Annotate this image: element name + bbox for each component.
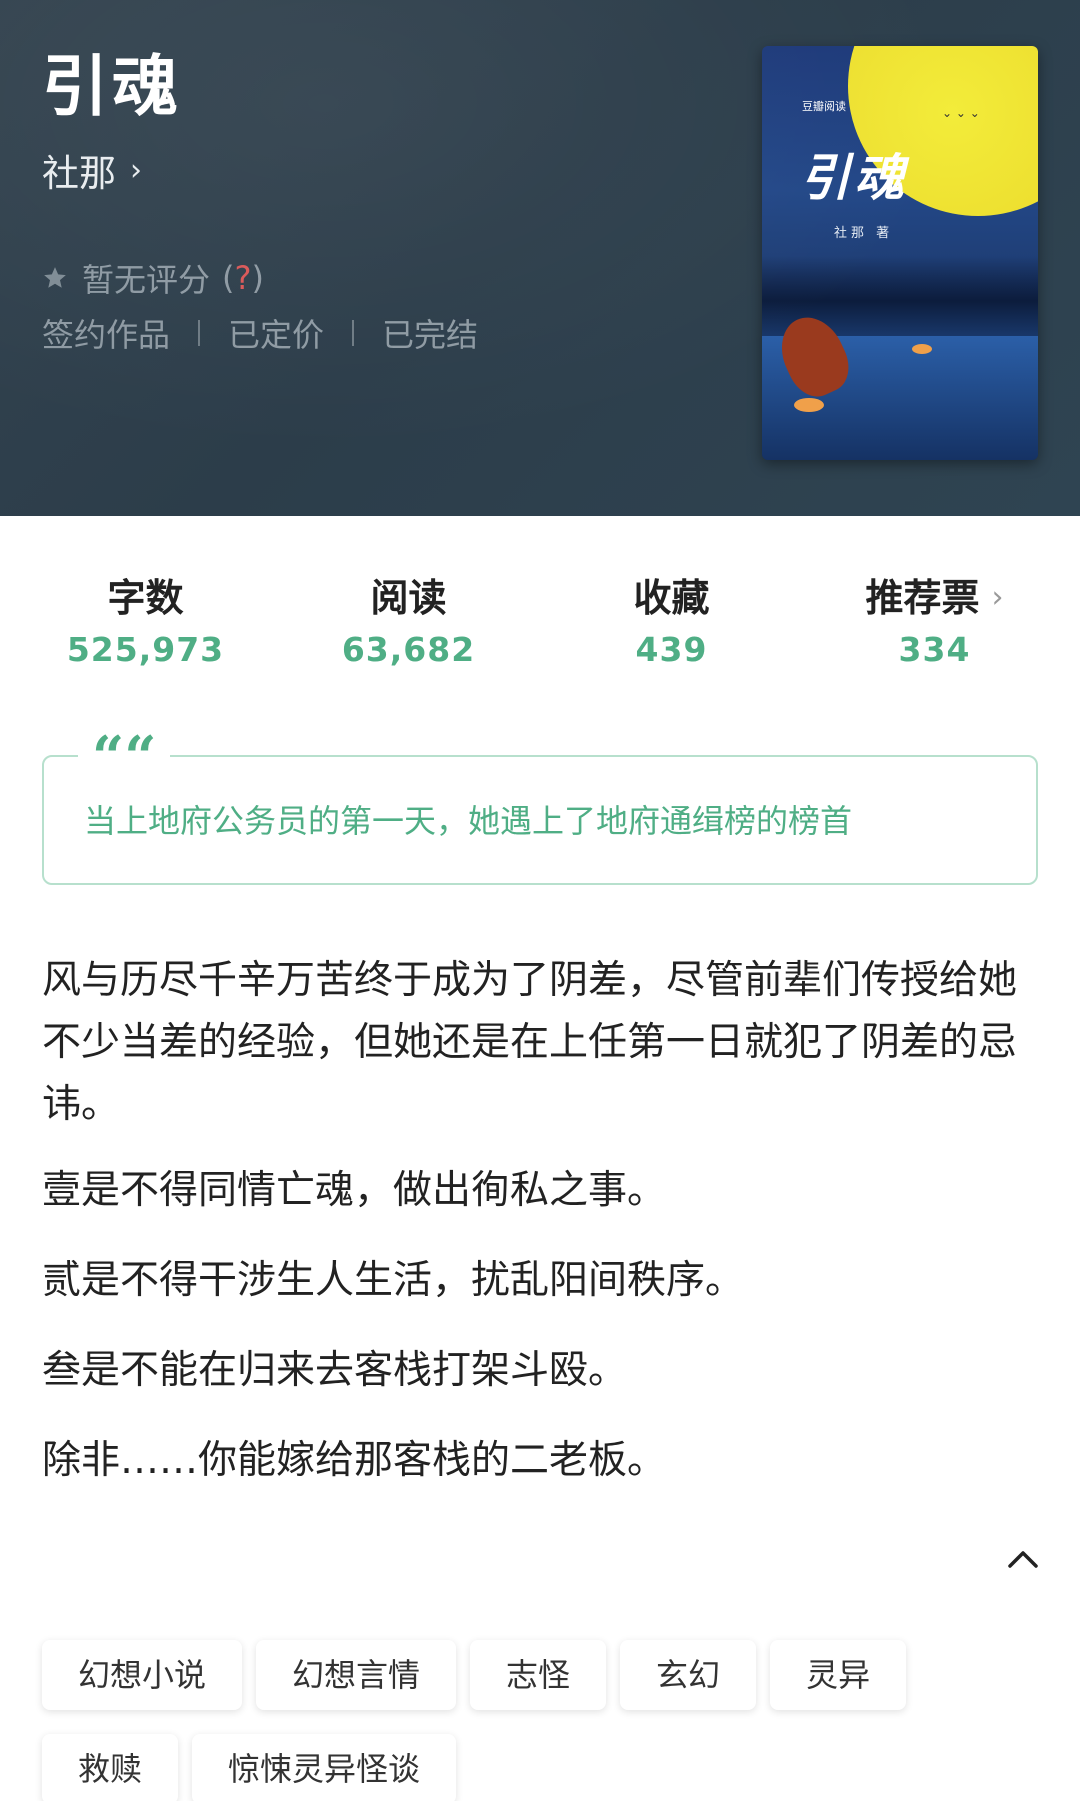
cover-boat — [769, 307, 859, 405]
cover-lotus — [794, 398, 824, 412]
stat-recommend-votes[interactable]: 推荐票 › 334 — [803, 570, 1066, 680]
stat-value: 334 — [898, 630, 971, 669]
author-link[interactable]: 社那 › — [42, 145, 142, 195]
book-header: 引魂 社那 › 暂无评分 (?) 签约作品 已定价 已完结 ⌄ ⌄ ⌄ 豆瓣阅读… — [0, 0, 1080, 516]
cover-lotus — [912, 344, 932, 354]
stat-reads: 阅读 63,682 — [277, 570, 540, 680]
book-meta: 签约作品 已定价 已完结 — [42, 310, 478, 356]
cover-water — [762, 336, 1038, 460]
meta-divider — [352, 320, 355, 346]
stat-label: 阅读 — [370, 576, 447, 620]
stat-value: 525,973 — [66, 630, 225, 669]
description-paragraph: 叁是不能在归来去客栈打架斗殴。 — [42, 1348, 628, 1393]
cover-title: 引魂 — [800, 148, 908, 207]
tag-chip[interactable]: 幻想小说 — [42, 1640, 243, 1710]
chevron-up-icon[interactable] — [998, 1536, 1048, 1580]
stat-favorites: 收藏 439 — [540, 570, 803, 680]
author-name: 社那 — [42, 152, 116, 195]
description-paragraph: 风与历尽千辛万苦终于成为了阴差，尽管前辈们传授给她不少当差的经验，但她还是在上任… — [42, 958, 1018, 1127]
chevron-right-icon: › — [991, 580, 1004, 615]
quote-icon: ““ — [78, 729, 171, 785]
tag-chip[interactable]: 幻想言情 — [256, 1640, 457, 1710]
description-paragraph: 除非……你能嫁给那客栈的二老板。 — [42, 1438, 667, 1483]
help-open: ( — [222, 259, 235, 297]
cover-publisher: 豆瓣阅读 — [802, 100, 846, 113]
tag-chip[interactable]: 灵异 — [770, 1640, 907, 1710]
meta-finished: 已完结 — [382, 316, 479, 354]
book-title: 引魂 — [42, 48, 182, 125]
chevron-right-icon: › — [130, 152, 142, 188]
book-description: 风与历尽千辛万苦终于成为了阴差，尽管前辈们传授给她不少当差的经验，但她还是在上任… — [42, 950, 1038, 1520]
meta-divider — [198, 320, 201, 346]
star-icon — [44, 267, 66, 288]
cover-moon — [848, 46, 1038, 216]
stats-row: 字数 525,973 阅读 63,682 收藏 439 推荐票 › 334 — [0, 570, 1080, 680]
bird-icon: ⌄ ⌄ ⌄ — [942, 106, 980, 120]
stat-word-count: 字数 525,973 — [14, 570, 277, 680]
tag-chip[interactable]: 救赎 — [42, 1734, 179, 1801]
description-paragraph: 贰是不得干涉生人生活，扰乱阳间秩序。 — [42, 1258, 745, 1303]
cover-haze — [762, 256, 1038, 346]
rating-text: 暂无评分 — [82, 261, 211, 299]
stat-value: 63,682 — [341, 630, 476, 669]
tag-chip[interactable]: 志怪 — [470, 1640, 607, 1710]
tag-chip[interactable]: 玄幻 — [620, 1640, 757, 1710]
meta-priced: 已定价 — [228, 316, 325, 354]
description-paragraph: 壹是不得同情亡魂，做出徇私之事。 — [42, 1168, 667, 1213]
cover-author: 社那 著 — [834, 226, 894, 241]
tag-chip[interactable]: 惊悚灵异怪谈 — [192, 1734, 457, 1801]
rating-help-button[interactable]: (?) — [222, 259, 264, 297]
meta-signed: 签约作品 — [42, 316, 171, 354]
book-cover[interactable]: ⌄ ⌄ ⌄ 豆瓣阅读 引魂 社那 著 — [762, 46, 1038, 460]
rating-row: 暂无评分 (?) — [42, 255, 264, 301]
stat-label: 收藏 — [633, 576, 710, 620]
stat-value: 439 — [635, 630, 708, 669]
tag-list: 幻想小说 幻想言情 志怪 玄幻 灵异 救赎 惊悚灵异怪谈 — [42, 1640, 1052, 1801]
stat-label: 推荐票 — [865, 576, 980, 620]
question-icon: ? — [234, 259, 252, 297]
tagline-box: ““ 当上地府公务员的第一天，她遇上了地府通缉榜的榜首 — [42, 729, 1038, 885]
stat-label: 字数 — [107, 576, 184, 620]
tagline-text: 当上地府公务员的第一天，她遇上了地府通缉榜的榜首 — [84, 802, 853, 840]
help-close: ) — [251, 259, 264, 297]
